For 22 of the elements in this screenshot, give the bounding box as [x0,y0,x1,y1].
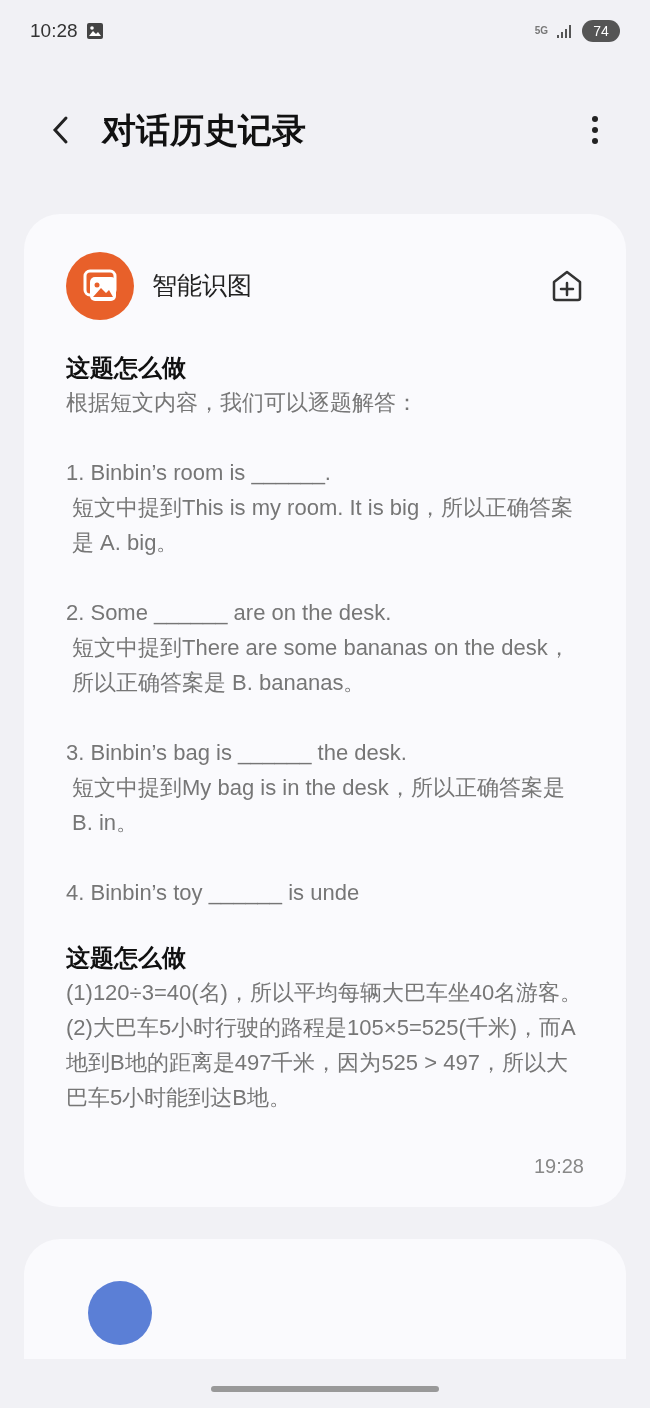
battery-indicator: 74 [582,20,620,42]
answer-text: 短文中提到My bag is in the desk，所以正确答案是 B. in。 [71,774,566,837]
question-heading: 这题怎么做 [66,353,187,383]
status-time: 10:28 [30,18,78,43]
add-icon[interactable] [550,269,584,303]
back-icon[interactable] [51,115,69,145]
answer-text: 短文中提到There are some bananas on the desk，所以正确答案是 B. bananas。 [71,634,571,697]
answer-text: (1)120÷3=40(名)，所以平均每辆大巴车坐40名游客。 [66,979,584,1007]
network-label: 5G [534,26,548,36]
page-title: 对话历史记录 [102,109,307,151]
answer-text: 4. Binbin’s toy ______ is unde [66,879,361,907]
answer-text: 1. Binbin’s room is ______. [66,459,332,487]
image-icon [85,22,104,40]
answer-text: 2. Some ______ are on the desk. [66,599,393,627]
answer-text: (2)大巴车5小时行驶的路程是105×5=525(千米)，而A地到B地的距离是497千米，因为525 > 497，所以大巴车5小时能到达B地。 [66,1014,577,1112]
answer-text: 3. Binbin’s bag is ______ the desk. [66,739,408,767]
signal-icon [556,23,574,39]
message-time: 19:28 [533,1154,584,1179]
answer-text: 短文中提到This is my room. It is big，所以正确答案是 A. big。 [71,494,575,557]
answer-text: 根据短文内容，我们可以逐题解答： [66,389,419,417]
question-heading: 这题怎么做 [66,943,187,973]
app-name: 智能识图 [152,270,253,302]
